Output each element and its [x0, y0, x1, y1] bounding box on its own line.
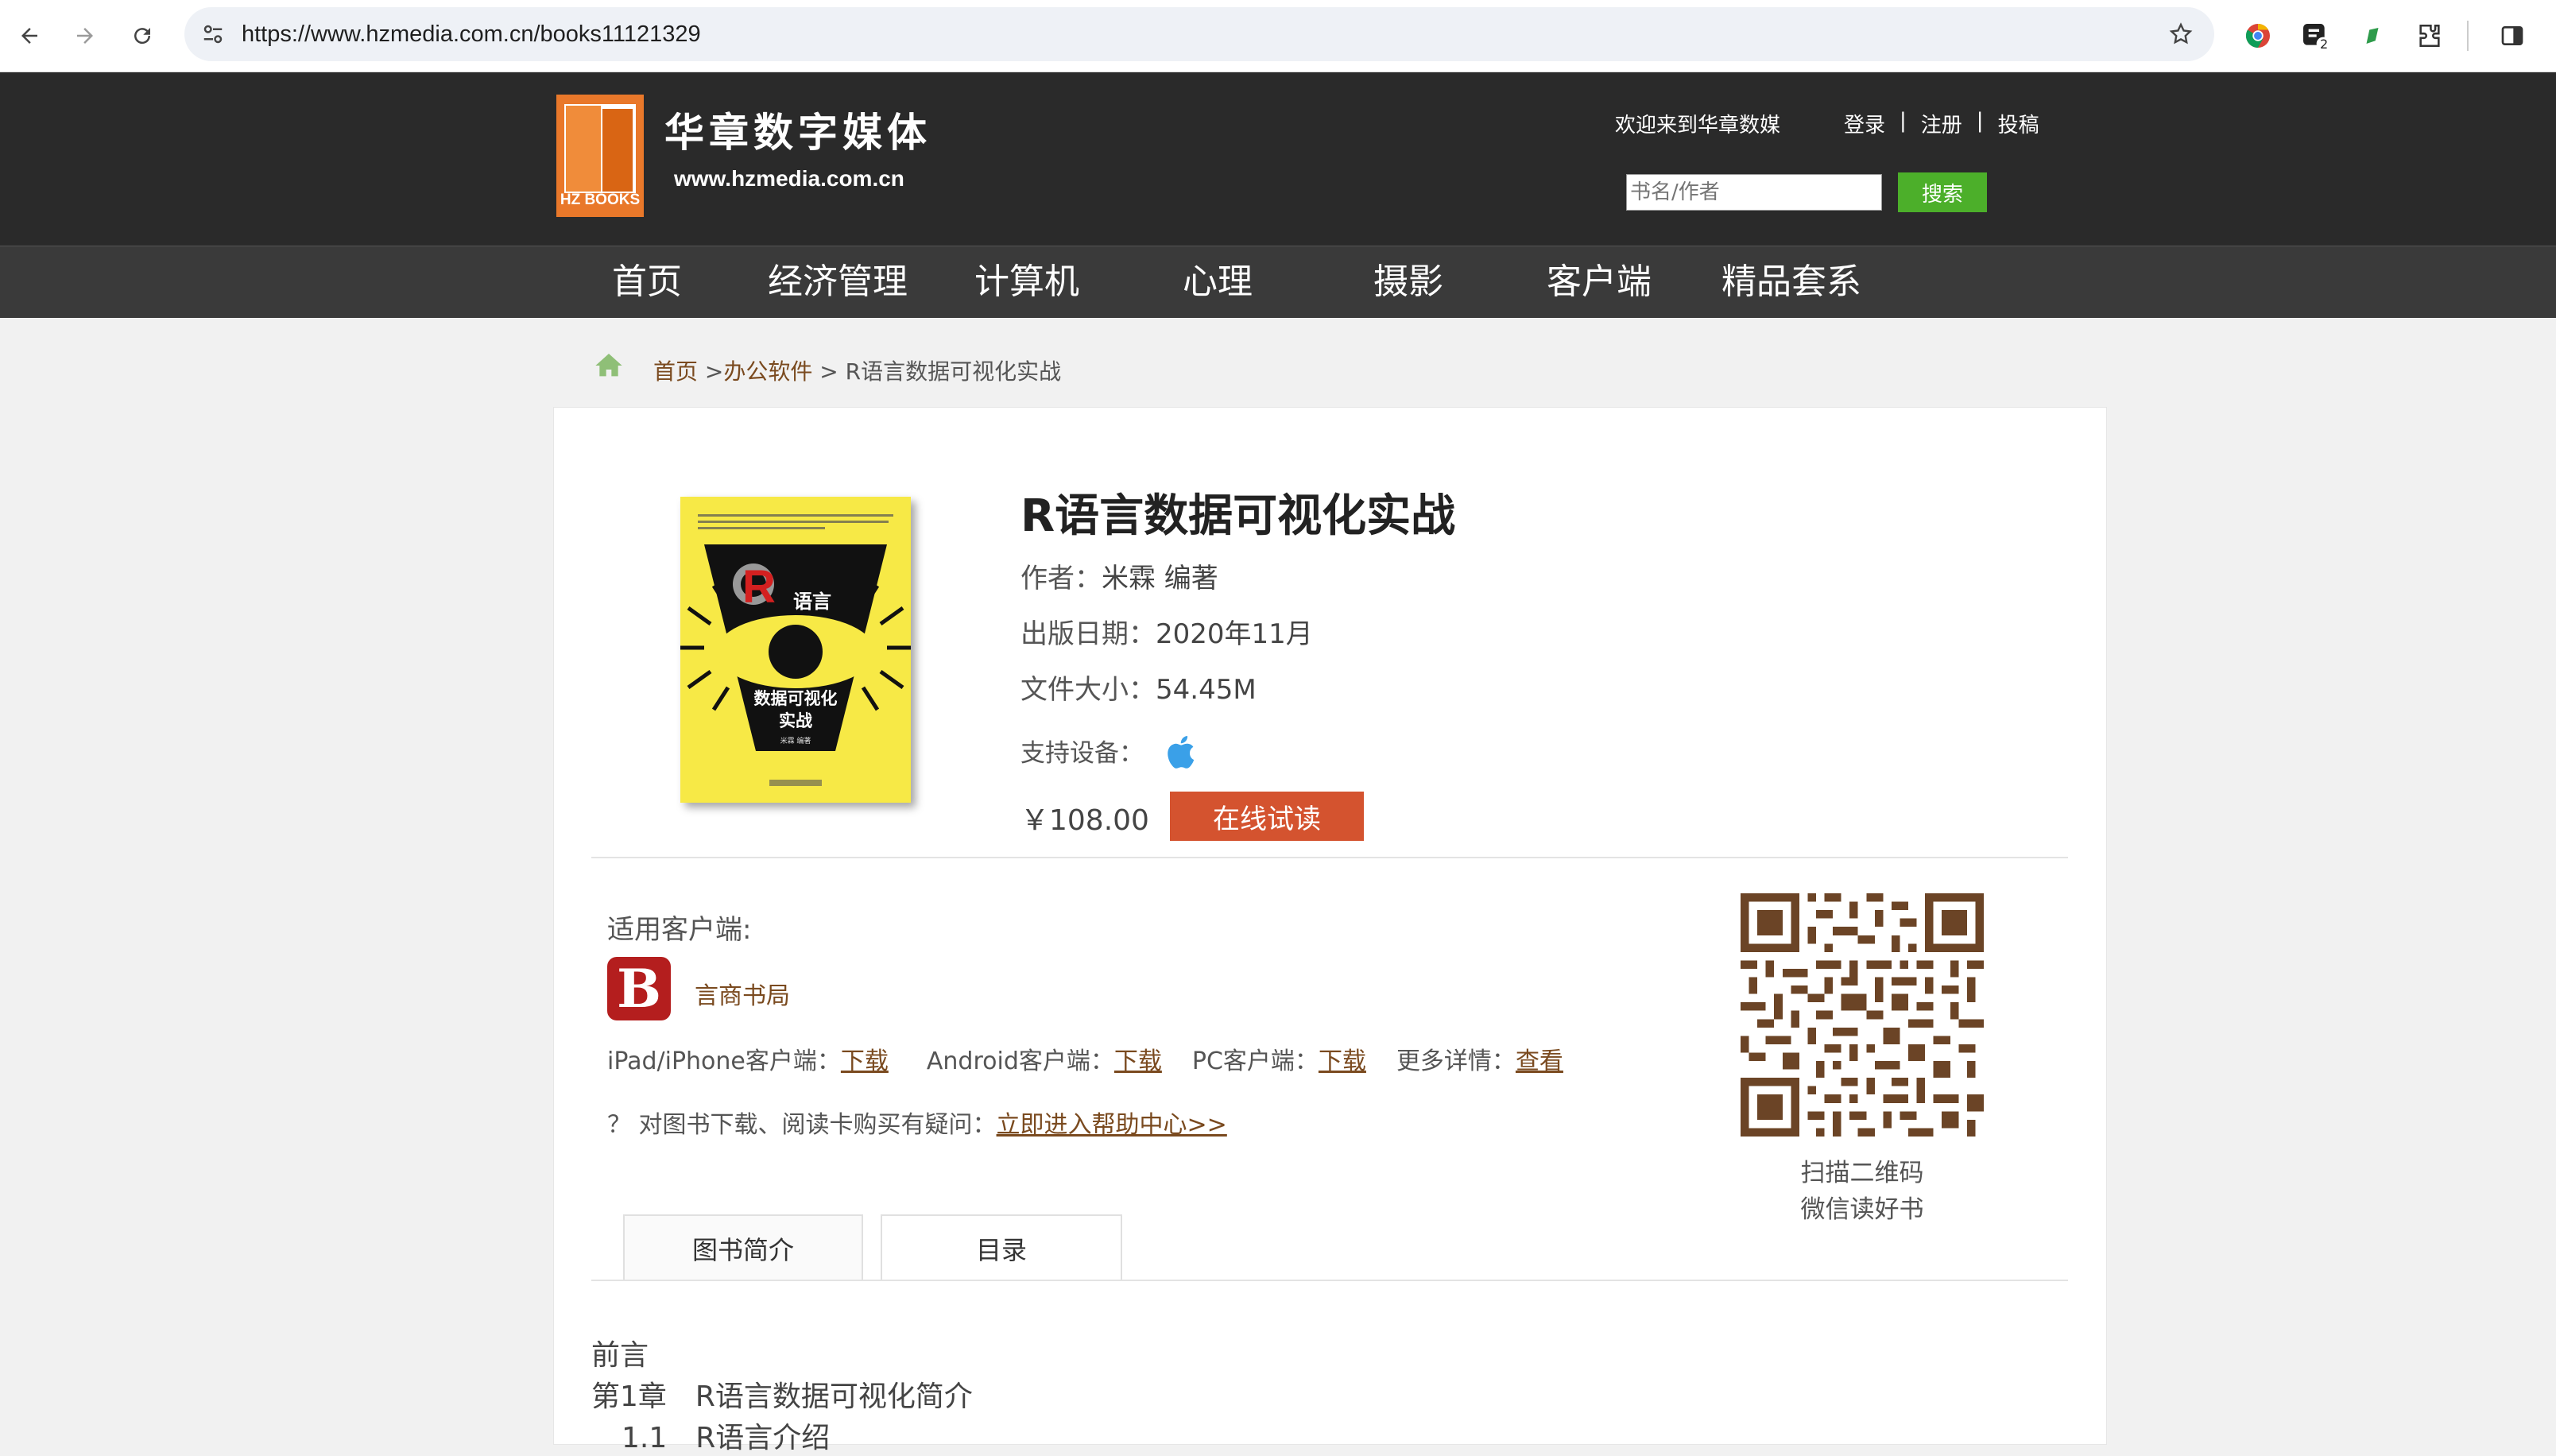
download-links: iPad/iPhone客户端： 下载 Android客户端： 下载 PC客户端：…	[607, 1041, 1563, 1076]
reload-button[interactable]	[121, 14, 164, 57]
tab-contents[interactable]: 目录	[881, 1214, 1122, 1281]
author-label: 作者：	[1020, 563, 1102, 594]
top-links: 登录 | 注册 | 投稿	[1844, 109, 2039, 138]
author-row: 作者：米霖 编著	[1020, 556, 1218, 595]
toolbar-divider	[2467, 21, 2469, 51]
nav-item-psychology[interactable]: 心理	[1183, 246, 1253, 318]
date-label: 出版日期：	[1020, 618, 1156, 650]
price: ￥108.00	[1020, 804, 1149, 837]
flag-extension-icon[interactable]	[2353, 16, 2392, 56]
side-panel-icon[interactable]	[2492, 16, 2532, 56]
help-row: ？ 对图书下载、阅读卡购买有疑问：立即进入帮助中心>>	[607, 1105, 1227, 1140]
toc-item: 前言	[591, 1339, 649, 1372]
ipad-label: iPad/iPhone客户端：	[607, 1047, 841, 1075]
book-cover-art	[680, 497, 911, 803]
author-value: 米霖 编著	[1102, 563, 1218, 594]
register-link[interactable]: 注册	[1921, 109, 1962, 138]
cover-title-line2: 实战	[779, 711, 812, 730]
android-download-link[interactable]: 下载	[1114, 1041, 1162, 1076]
date-value: 2020年11月	[1156, 618, 1313, 650]
pc-label: PC客户端：	[1191, 1047, 1319, 1075]
device-label: 支持设备：	[1020, 739, 1144, 768]
book-title: R语言数据可视化实战	[1020, 490, 1456, 542]
nav-item-photography[interactable]: 摄影	[1373, 246, 1443, 318]
logo-title: 华章数字媒体	[664, 110, 931, 156]
size-row: 文件大小：54.45M	[1020, 668, 1257, 707]
home-icon[interactable]	[593, 350, 625, 381]
android-label: Android客户端：	[926, 1047, 1114, 1075]
logo-url: www.hzmedia.com.cn	[674, 166, 904, 191]
clients-label: 适用客户端:	[607, 914, 752, 946]
submit-link[interactable]: 投稿	[1998, 109, 2039, 138]
url-text[interactable]: https://www.hzmedia.com.cn/books11121329	[242, 7, 701, 61]
size-label: 文件大小：	[1020, 674, 1156, 706]
qr-caption-2: 微信读好书	[1800, 1195, 1924, 1224]
cover-publisher-mark	[769, 780, 822, 786]
nav-item-collections[interactable]: 精品套系	[1721, 246, 1861, 318]
browser-toolbar: https://www.hzmedia.com.cn/books11121329…	[0, 0, 2556, 72]
breadcrumb-home[interactable]: 首页	[653, 358, 698, 385]
breadcrumb-current: R语言数据可视化实战	[845, 358, 1062, 385]
back-button[interactable]	[8, 14, 51, 57]
app-logo[interactable]: B	[607, 957, 671, 1020]
extension-badge-icon[interactable]: 2	[2295, 16, 2335, 56]
book-cover[interactable]: R 语言 数据可视化 实战 米霖 编著	[680, 497, 911, 803]
help-center-link[interactable]: 立即进入帮助中心>>	[997, 1111, 1227, 1139]
date-row: 出版日期：2020年11月	[1020, 612, 1313, 651]
app-name-link[interactable]: 言商书局	[695, 976, 790, 1011]
breadcrumb-category[interactable]: 办公软件	[723, 358, 812, 385]
login-link[interactable]: 登录	[1844, 109, 1885, 138]
hzbooks-logo[interactable]: HZ BOOKS	[556, 95, 644, 217]
more-label: 更多详情：	[1396, 1047, 1516, 1075]
device-row: 支持设备：	[1020, 733, 1144, 769]
breadcrumb-sep: >	[812, 358, 846, 385]
read-online-button[interactable]: 在线试读	[1170, 792, 1364, 841]
arrow-right-icon	[77, 28, 93, 44]
breadcrumb: 首页 >办公软件 > R语言数据可视化实战	[653, 354, 1061, 386]
cover-title-line1: 数据可视化	[753, 689, 838, 708]
divider: |	[1976, 109, 1984, 133]
tabs-underline	[591, 1280, 2068, 1281]
toc-item: 1.1 R语言介绍	[622, 1422, 831, 1454]
chrome-extension-icon[interactable]	[2238, 16, 2278, 56]
qr-caption-1: 扫描二维码	[1800, 1159, 1924, 1187]
divider: |	[1900, 109, 1907, 133]
welcome-text: 欢迎来到华章数媒	[1615, 114, 1781, 137]
breadcrumb-sep: >	[698, 358, 724, 385]
extension-badge-count: 2	[2320, 37, 2329, 52]
search-button[interactable]: 搜索	[1898, 172, 1987, 212]
ipad-download-link[interactable]: 下载	[841, 1041, 889, 1076]
site-settings-icon[interactable]	[197, 18, 229, 50]
nav-item-computer[interactable]: 计算机	[974, 246, 1079, 318]
tab-introduction[interactable]: 图书简介	[623, 1214, 863, 1281]
qr-code-icon	[1741, 893, 1984, 1137]
search-input[interactable]	[1626, 174, 1882, 211]
address-bar[interactable]: https://www.hzmedia.com.cn/books11121329	[184, 7, 2214, 61]
nav-item-home[interactable]: 首页	[612, 246, 682, 318]
divider	[591, 857, 2068, 858]
nav-item-client[interactable]: 客户端	[1547, 246, 1652, 318]
toc-item: 第1章 R语言数据可视化简介	[591, 1380, 973, 1413]
arrow-left-icon	[21, 28, 37, 44]
logo-badge-text: HZ BOOKS	[560, 192, 641, 208]
cover-lang-text: 语言	[793, 591, 831, 613]
wechat-qr-code	[1741, 893, 1984, 1137]
more-details-link[interactable]: 查看	[1516, 1041, 1563, 1076]
help-prefix: ？ 对图书下载、阅读卡购买有疑问：	[607, 1111, 997, 1139]
nav-item-economics[interactable]: 经济管理	[768, 246, 908, 318]
site-header: HZ BOOKS 华章数字媒体 www.hzmedia.com.cn 欢迎来到华…	[0, 72, 2556, 246]
main-nav: 首页 经济管理 计算机 心理 摄影 客户端 精品套系	[0, 246, 2556, 318]
cover-r-letter: R	[742, 561, 776, 613]
cover-author: 米霖 编著	[780, 738, 811, 745]
pc-download-link[interactable]: 下载	[1319, 1041, 1366, 1076]
size-value: 54.45M	[1156, 674, 1257, 706]
reload-icon	[134, 28, 151, 45]
bookmark-star-icon[interactable]	[2165, 18, 2197, 50]
forward-button[interactable]	[64, 14, 106, 57]
puzzle-extensions-icon[interactable]	[2410, 16, 2450, 56]
apple-icon	[1164, 730, 1202, 774]
